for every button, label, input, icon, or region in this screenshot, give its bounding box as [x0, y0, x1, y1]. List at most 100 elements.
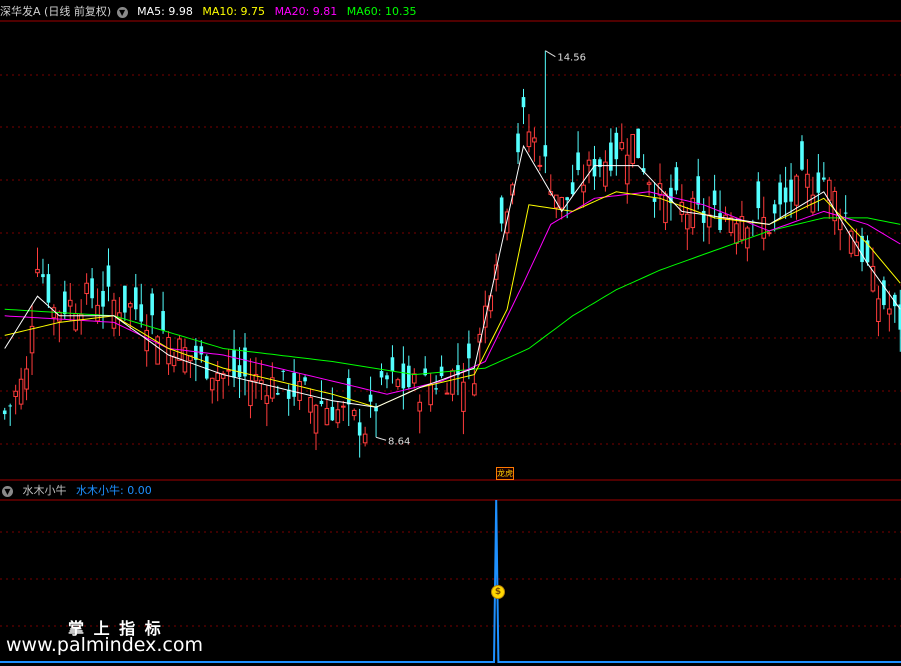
- candle-body: [646, 182, 652, 185]
- candle-body: [313, 404, 319, 434]
- candle-body: [701, 210, 706, 223]
- candle-body: [652, 198, 657, 202]
- candle-body: [297, 381, 302, 401]
- candle-body: [340, 405, 346, 408]
- candle-body: [351, 409, 357, 417]
- candle-body: [734, 223, 739, 244]
- candle-body: [90, 278, 94, 299]
- candle-body: [411, 373, 417, 384]
- candle-body: [41, 274, 45, 278]
- candle-body: [472, 383, 477, 396]
- candle-body: [35, 268, 40, 274]
- candle-body: [537, 164, 543, 167]
- candle-body: [450, 370, 455, 395]
- chart-mode: (日线 前复权): [44, 5, 112, 18]
- candle-body: [319, 400, 324, 405]
- candle-body: [161, 311, 165, 331]
- candle-body: [581, 184, 586, 193]
- event-tag[interactable]: 龙虎: [496, 467, 514, 480]
- low-pointer: [375, 436, 387, 441]
- candle-body: [209, 377, 215, 391]
- candle-body: [783, 187, 788, 203]
- candle-body: [264, 395, 270, 404]
- ma5-label: MA5: 9.98: [137, 5, 193, 18]
- candle-body: [794, 175, 799, 206]
- ma20-label: MA20: 9.81: [274, 5, 338, 18]
- indicator-name: 水木小牛: [22, 484, 67, 497]
- stock-name: 深华发A: [0, 5, 41, 18]
- candle-body: [330, 406, 335, 421]
- candle-body: [663, 193, 668, 224]
- candle-body: [123, 285, 127, 313]
- candle-body: [101, 290, 105, 307]
- candle-body: [624, 154, 630, 185]
- candle-body: [8, 405, 12, 407]
- chevron-down-icon[interactable]: ▼: [2, 485, 13, 497]
- candle-body: [84, 282, 89, 295]
- candle-body: [800, 141, 804, 170]
- candle-body: [67, 299, 73, 307]
- candle-body: [346, 378, 351, 405]
- candle-body: [826, 179, 832, 201]
- candle-body: [439, 366, 444, 377]
- candle-body: [609, 142, 613, 171]
- candle-body: [887, 308, 892, 315]
- candle-body: [270, 377, 275, 399]
- candle-body: [29, 325, 35, 354]
- candle-body: [712, 190, 717, 206]
- candle-body: [150, 293, 154, 316]
- candle-body: [876, 298, 881, 323]
- candle-body: [619, 142, 625, 150]
- candle-body: [226, 369, 231, 372]
- candle-body: [362, 433, 368, 444]
- candle-body: [95, 304, 100, 322]
- candle-body: [275, 393, 280, 395]
- candle-body: [182, 347, 188, 373]
- candle-body: [444, 392, 450, 395]
- chevron-down-icon[interactable]: ▼: [116, 6, 128, 18]
- indicator-value: 水木小牛: 0.00: [76, 484, 152, 497]
- main-header: 深华发A (日线 前复权) ▼ MA5: 9.98 MA10: 9.75 MA2…: [0, 4, 423, 20]
- candle-body: [46, 274, 51, 303]
- candle-body: [18, 378, 24, 405]
- candle-body: [237, 365, 242, 378]
- candle-body: [395, 379, 401, 387]
- candle-body: [805, 173, 810, 188]
- candle-body: [526, 131, 532, 148]
- candle-body: [461, 381, 466, 412]
- candle-body: [24, 368, 29, 390]
- candle-body: [111, 299, 117, 329]
- price-chart[interactable]: 14.56 8.64: [0, 0, 901, 666]
- candle-body: [248, 380, 253, 407]
- chart-stage: 14.56 8.64 深华发A (日线 前复权) ▼ MA5: 9.98 MA10…: [0, 0, 901, 666]
- candle-body: [679, 201, 685, 215]
- candle-body: [718, 213, 722, 230]
- candle-body: [385, 375, 389, 380]
- candle-body: [106, 265, 111, 287]
- ma10-label: MA10: 9.75: [202, 5, 266, 18]
- candle-body: [407, 365, 411, 388]
- candle-body: [2, 410, 7, 415]
- candle-body: [434, 388, 438, 390]
- candle-body: [401, 363, 406, 389]
- candle-body: [133, 287, 138, 310]
- candle-body: [57, 311, 62, 322]
- candle-body: [139, 304, 144, 322]
- candle-body: [543, 145, 548, 157]
- high-pointer: [545, 50, 556, 58]
- candle-body: [499, 197, 504, 224]
- low-price-label: 8.64: [388, 436, 410, 447]
- candle-body: [166, 336, 171, 365]
- candle-body: [516, 133, 520, 153]
- signal-coin-icon: $: [491, 585, 505, 599]
- candle-body: [636, 128, 640, 158]
- candle-body: [232, 350, 236, 378]
- candle-body: [822, 177, 826, 180]
- candle-body: [789, 179, 793, 202]
- moving-average-lines: [4, 144, 901, 408]
- candle-body: [766, 232, 772, 235]
- candle-body: [843, 212, 848, 214]
- candle-body: [614, 132, 619, 160]
- candle-body: [586, 159, 592, 166]
- candle-body: [308, 396, 313, 413]
